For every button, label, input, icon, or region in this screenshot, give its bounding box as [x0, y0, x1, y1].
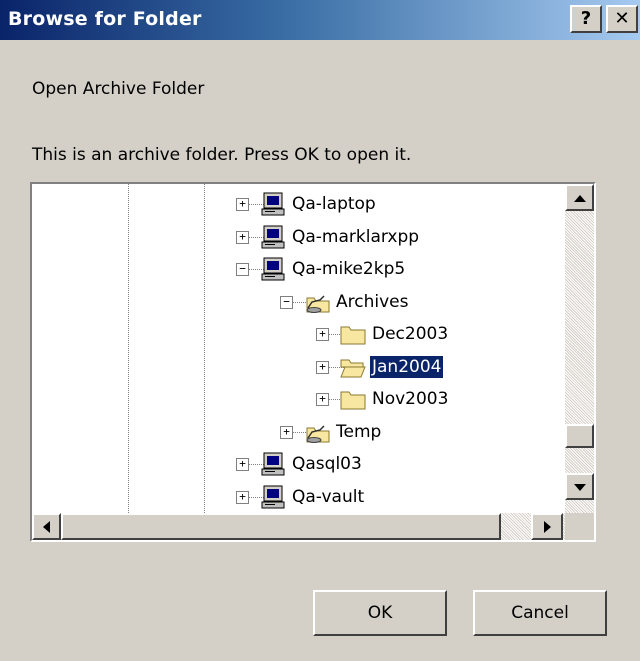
up-arrow-icon [574, 195, 586, 202]
ok-button[interactable]: OK [313, 590, 447, 636]
tree-item-label[interactable]: Qa-mike2kp5 [290, 258, 407, 280]
tree-row[interactable]: − Qa-mike2kp5 [32, 257, 565, 290]
tree-content: + Qa-laptop + Qa-marklarxpp − Qa-mike2kp5 − Arc… [32, 184, 565, 513]
scroll-corner [565, 513, 594, 540]
horizontal-scrollbar[interactable] [32, 513, 565, 540]
left-arrow-icon [43, 521, 50, 533]
collapse-icon[interactable]: − [280, 295, 293, 309]
tree-item-label[interactable]: Archives [334, 291, 410, 313]
tree-row[interactable]: + Temp [32, 420, 565, 453]
tree-row[interactable]: − Archives [32, 290, 565, 323]
shared-folder-icon [304, 420, 330, 444]
expand-icon[interactable]: + [280, 425, 293, 439]
folder-icon [340, 322, 366, 346]
scroll-up-button[interactable] [565, 184, 594, 211]
folder-tree-view[interactable]: + Qa-laptop + Qa-marklarxpp − Qa-mike2kp5 − Arc… [30, 182, 596, 542]
window-title: Browse for Folder [8, 8, 202, 30]
tree-item-label[interactable]: Temp [334, 421, 383, 443]
tree-row[interactable]: + Qa-marklarxpp [32, 225, 565, 258]
tree-row[interactable]: + Qa-laptop [32, 192, 565, 225]
vertical-scrollbar[interactable] [565, 184, 594, 513]
horizontal-scroll-thumb[interactable] [61, 513, 501, 540]
right-arrow-icon [544, 521, 551, 533]
expand-icon[interactable]: + [236, 458, 249, 471]
computer-icon [260, 485, 286, 509]
dialog-heading: Open Archive Folder [32, 79, 205, 99]
down-arrow-icon [574, 484, 586, 491]
tree-item-label[interactable]: Nov2003 [370, 388, 450, 410]
tree-item-label[interactable]: Qasql03 [290, 453, 364, 475]
folder-icon [340, 387, 366, 411]
expand-icon[interactable]: + [236, 230, 249, 244]
tree-item-label[interactable]: Qa-laptop [290, 193, 378, 215]
expand-icon[interactable]: + [316, 328, 329, 341]
scroll-thumb[interactable] [565, 424, 594, 448]
expand-icon[interactable]: + [236, 490, 249, 504]
scroll-down-button[interactable] [565, 473, 594, 500]
title-bar[interactable]: Browse for Folder ? ✕ [0, 0, 640, 40]
cancel-button[interactable]: Cancel [473, 590, 607, 636]
help-button[interactable]: ? [570, 5, 602, 33]
collapse-icon[interactable]: − [236, 263, 249, 276]
tree-row[interactable]: + Nov2003 [32, 387, 565, 420]
computer-icon [260, 192, 286, 216]
tree-item-label[interactable]: Dec2003 [370, 323, 450, 345]
dialog-message: This is an archive folder. Press OK to o… [32, 145, 412, 165]
open-folder-icon [340, 355, 366, 379]
tree-row[interactable]: + Qasql03 [32, 452, 565, 485]
tree-item-label[interactable]: Qa-marklarxpp [290, 226, 421, 248]
computer-icon [260, 452, 286, 476]
tree-item-label[interactable]: Jan2004 [368, 354, 445, 379]
tree-item-label[interactable]: Qa-vault [290, 486, 366, 508]
computer-icon [260, 225, 286, 249]
computer-icon [260, 257, 286, 281]
expand-icon[interactable]: + [236, 198, 249, 211]
tree-row[interactable]: + Qa-vault [32, 485, 565, 514]
expand-icon[interactable]: + [316, 393, 329, 406]
expand-icon[interactable]: + [316, 360, 329, 374]
tree-row[interactable]: + Jan2004 [32, 354, 565, 388]
shared-folder-icon [304, 290, 330, 314]
scroll-right-button[interactable] [531, 513, 563, 540]
scroll-left-button[interactable] [32, 513, 61, 540]
close-button[interactable]: ✕ [606, 5, 638, 33]
tree-row[interactable]: + Dec2003 [32, 322, 565, 355]
